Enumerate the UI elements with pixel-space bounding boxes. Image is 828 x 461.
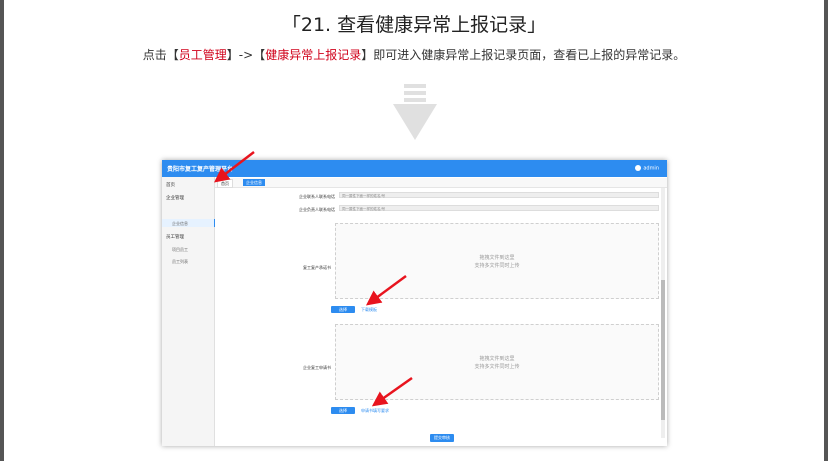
manager-phone-field[interactable]: 同一属性下面一样的姓名/号 xyxy=(339,205,659,211)
instruction-link-health: 健康异常上报记录 xyxy=(265,48,362,62)
instruction-text: 点击【员工管理】->【健康异常上报记录】即可进入健康异常上报记录页面，查看已上报… xyxy=(0,46,828,63)
app-screenshot: 贵阳市复工复产管理平台 admin 首页 企业管理 企业信息 员工管理 项目员工… xyxy=(162,160,667,446)
field-label-commitment: 复工复产承诺书 xyxy=(303,265,331,270)
page-title: 「21. 查看健康异常上报记录」 xyxy=(281,14,547,36)
sidebar-item-staff[interactable]: 员工管理 xyxy=(166,234,184,240)
app-title: 贵阳市复工复产管理平台 xyxy=(167,166,234,173)
tab-bar: 首页 企业信息 xyxy=(215,178,667,188)
scrollbar-thumb[interactable] xyxy=(661,280,665,420)
upload-area-application[interactable]: 拖拽文件到这里 支持多文件同时上传 xyxy=(335,324,659,400)
sidebar: 首页 企业管理 企业信息 员工管理 项目员工 员工列表 xyxy=(162,177,216,446)
instruction-mid: 】->【 xyxy=(226,48,266,62)
instruction-prefix: 点击【 xyxy=(142,48,179,62)
upload-hint-multi: 支持多文件同时上传 xyxy=(474,364,520,370)
contact-phone-field[interactable]: 同一属性下面一样的姓名/号 xyxy=(339,192,659,198)
submit-review-button[interactable]: 提交审核 xyxy=(430,434,454,442)
instruction-link-staff: 员工管理 xyxy=(178,48,227,62)
right-border xyxy=(824,0,828,461)
user-name: admin xyxy=(643,165,659,172)
field-label-contact-phone: 企业联系人联系电话 xyxy=(299,194,335,199)
upload-hint-drag: 拖拽文件到这里 xyxy=(479,356,515,362)
sidebar-subitem-enterprise-info[interactable]: 企业信息 xyxy=(172,221,188,227)
instruction-suffix: 】即可进入健康异常上报记录页面，查看已上报的异常记录。 xyxy=(361,48,686,62)
app-topbar: 贵阳市复工复产管理平台 admin xyxy=(162,160,667,177)
user-menu[interactable]: admin xyxy=(635,165,659,172)
tab-enterprise-info[interactable]: 企业信息 xyxy=(243,179,265,186)
field-label-manager-phone: 企业负责人联系电话 xyxy=(299,207,335,212)
left-border xyxy=(0,0,4,461)
tab-home[interactable]: 首页 xyxy=(217,179,233,188)
select-file-button[interactable]: 选择 xyxy=(331,407,355,414)
sidebar-item-enterprise[interactable]: 企业管理 xyxy=(166,195,184,201)
sidebar-subitem-staff-list[interactable]: 员工列表 xyxy=(172,259,188,265)
sidebar-subitem-project-staff[interactable]: 项目员工 xyxy=(172,247,188,253)
select-file-button[interactable]: 选择 xyxy=(331,306,355,313)
field-label-application: 企业复工申请书 xyxy=(303,365,331,370)
down-arrow-icon xyxy=(393,84,437,140)
upload-hint-multi: 支持多文件同时上传 xyxy=(474,263,520,269)
upload-hint-drag: 拖拽文件到这里 xyxy=(479,255,515,261)
main-content: 企业联系人联系电话 同一属性下面一样的姓名/号 企业负责人联系电话 同一属性下面… xyxy=(215,188,659,446)
sidebar-active-marker xyxy=(162,219,216,227)
download-template-link[interactable]: 下载模板 xyxy=(361,307,377,313)
avatar xyxy=(635,165,642,171)
application-requirements-link[interactable]: 申请书填写要求 xyxy=(361,408,389,414)
upload-area-commitment[interactable]: 拖拽文件到这里 支持多文件同时上传 xyxy=(335,223,659,299)
sidebar-item-home[interactable]: 首页 xyxy=(166,182,175,188)
